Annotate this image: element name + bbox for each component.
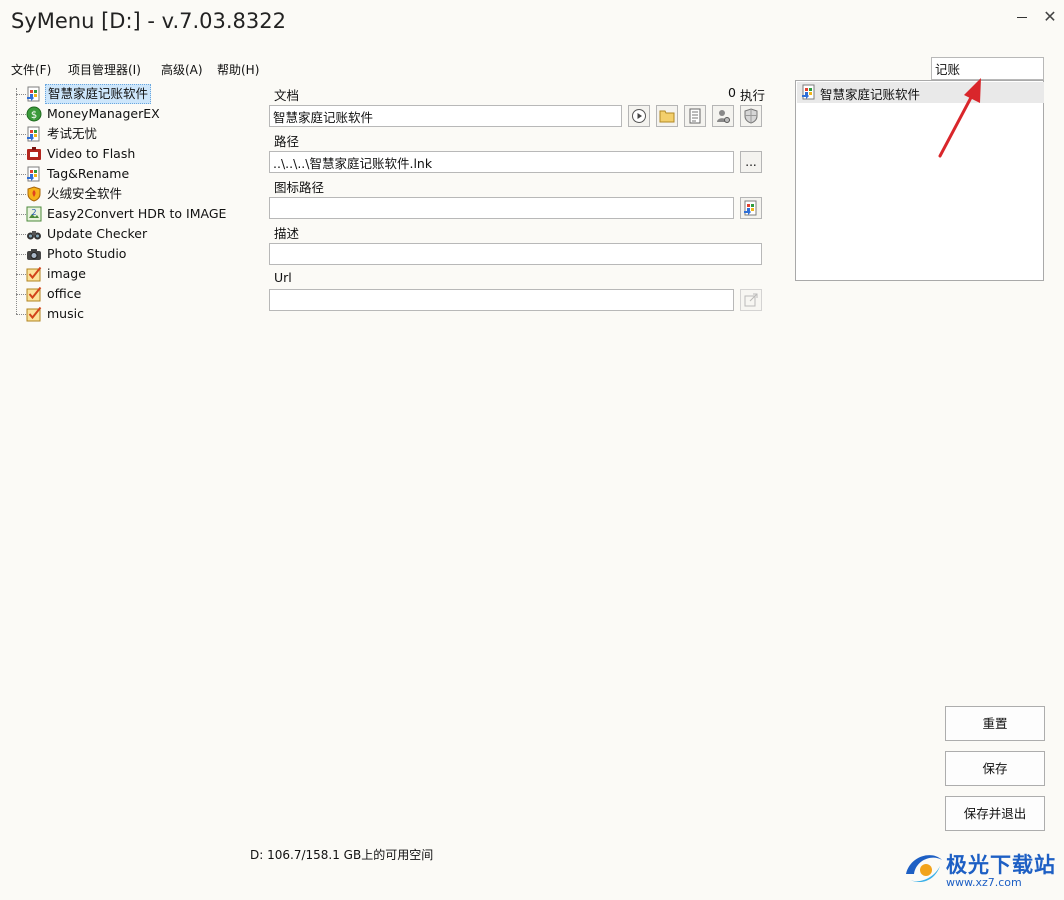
tree-item[interactable]: Update Checker xyxy=(16,224,246,244)
window-title: SyMenu [D:] - v.7.03.8322 xyxy=(11,9,286,33)
search-result-label: 智慧家庭记账软件 xyxy=(820,87,921,102)
document-field[interactable] xyxy=(269,105,622,127)
choose-icon-button[interactable] xyxy=(740,197,762,219)
open-url-button[interactable] xyxy=(740,289,762,311)
document-label: 文档 xyxy=(274,88,300,103)
user-gear-icon xyxy=(717,110,730,123)
folder-check-icon xyxy=(26,266,42,282)
tree-item-label: Photo Studio xyxy=(47,246,127,261)
tree-item[interactable]: Video to Flash xyxy=(16,144,246,164)
properties-button[interactable] xyxy=(684,105,706,127)
minimize-button[interactable] xyxy=(1009,6,1035,28)
tree-item-label: image xyxy=(47,266,86,281)
save-button[interactable]: 保存 xyxy=(945,751,1045,786)
folder-check-icon xyxy=(26,286,42,302)
tree-item-label: Update Checker xyxy=(47,226,148,241)
tree-item[interactable]: MoneyManagerEX xyxy=(16,104,246,124)
path-label: 路径 xyxy=(274,134,300,149)
url-label: Url xyxy=(274,270,292,285)
tree-item-label: Video to Flash xyxy=(47,146,136,161)
tree-item[interactable]: music xyxy=(16,304,246,324)
description-label: 描述 xyxy=(274,226,300,241)
app-icon xyxy=(801,84,817,100)
tree-item[interactable]: Photo Studio xyxy=(16,244,246,264)
menu-help[interactable]: 帮助(H) xyxy=(217,61,259,78)
watermark-logo-icon xyxy=(906,855,942,883)
search-results-panel: 智慧家庭记账软件 xyxy=(795,80,1044,281)
annotation-arrow-icon xyxy=(938,78,981,158)
search-result-item[interactable]: 智慧家庭记账软件 xyxy=(797,82,1044,103)
tree-item-label: 火绒安全软件 xyxy=(47,186,123,201)
play-icon xyxy=(632,109,646,123)
money-icon xyxy=(26,106,42,122)
shield-icon xyxy=(26,186,42,202)
menu-project-manager[interactable]: 项目管理器(I) xyxy=(68,61,141,78)
image-convert-icon xyxy=(26,206,42,222)
watermark-brand: 极光下载站 xyxy=(946,853,1056,877)
tree-item-label: 考试无忧 xyxy=(47,126,98,141)
open-folder-button[interactable] xyxy=(656,105,678,127)
video-icon xyxy=(26,146,42,162)
icon-path-label: 图标路径 xyxy=(274,180,325,195)
folder-check-icon xyxy=(26,306,42,322)
document-icon xyxy=(689,108,701,124)
tree-item-label: MoneyManagerEX xyxy=(47,106,160,121)
tree-item[interactable]: 智慧家庭记账软件 xyxy=(16,84,246,104)
url-field[interactable] xyxy=(269,289,734,311)
run-as-user-button[interactable] xyxy=(712,105,734,127)
tree-item-label: 智慧家庭记账软件 xyxy=(45,84,152,104)
save-exit-button[interactable]: 保存并退出 xyxy=(945,796,1045,831)
menu-advanced[interactable]: 高级(A) xyxy=(161,61,203,78)
watermark-url: www.xz7.com xyxy=(946,876,1022,889)
tree-item[interactable]: 火绒安全软件 xyxy=(16,184,246,204)
browse-button[interactable]: ... xyxy=(740,151,762,173)
tree-item[interactable]: office xyxy=(16,284,246,304)
app-icon xyxy=(26,126,42,142)
app-icon xyxy=(26,166,42,182)
camera-icon xyxy=(26,246,42,262)
external-link-icon xyxy=(744,293,758,307)
app-icon xyxy=(743,200,759,216)
binoculars-icon xyxy=(26,226,42,242)
tree-item-label: Easy2Convert HDR to IMAGE xyxy=(47,206,227,221)
minimize-icon xyxy=(1017,17,1027,18)
exec-label: 执行 xyxy=(740,88,766,103)
folder-icon xyxy=(659,110,675,123)
run-as-admin-button[interactable] xyxy=(740,105,762,127)
program-tree: 智慧家庭记账软件 MoneyManagerEX 考试无忧 Video to Fl… xyxy=(16,84,246,329)
close-button[interactable]: ✕ xyxy=(1037,6,1063,28)
tree-item[interactable]: 考试无忧 xyxy=(16,124,246,144)
shield-icon xyxy=(744,108,758,124)
tree-item[interactable]: Tag&Rename xyxy=(16,164,246,184)
tree-item-label: music xyxy=(47,306,84,321)
tree-item-label: office xyxy=(47,286,82,301)
tree-item-label: Tag&Rename xyxy=(47,166,130,181)
close-icon: ✕ xyxy=(1043,7,1057,26)
disk-space-status: D: 106.7/158.1 GB上的可用空间 xyxy=(250,848,434,862)
run-button[interactable] xyxy=(628,105,650,127)
app-icon xyxy=(26,86,42,102)
tree-item[interactable]: Easy2Convert HDR to IMAGE xyxy=(16,204,246,224)
description-field[interactable] xyxy=(269,243,762,265)
reset-button[interactable]: 重置 xyxy=(945,706,1045,741)
menu-file[interactable]: 文件(F) xyxy=(11,61,51,78)
path-field[interactable] xyxy=(269,151,734,173)
icon-path-field[interactable] xyxy=(269,197,734,219)
exec-count: 0 xyxy=(728,85,736,100)
tree-item[interactable]: image xyxy=(16,264,246,284)
